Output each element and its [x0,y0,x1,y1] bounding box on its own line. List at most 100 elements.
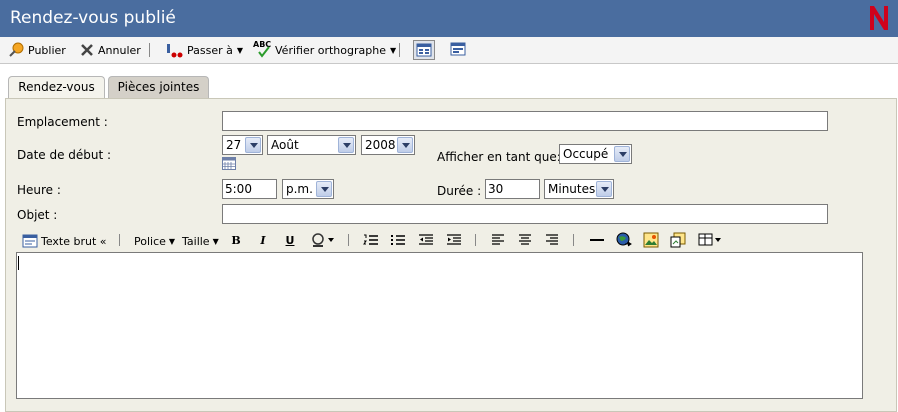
publish-label: Publier [28,43,66,57]
chevron-down-icon: ▼ [389,45,397,55]
editor-separator [348,234,349,246]
details-view-icon [450,42,466,56]
plain-text-button[interactable]: Texte brut « [22,232,107,250]
insert-link-button[interactable] [616,232,632,248]
tab-bar: Rendez-vous Pièces jointes [0,63,898,98]
show-as-select[interactable]: Occupé [559,144,632,164]
cancel-icon [81,44,93,56]
size-label: Taille [182,234,210,248]
editor-separator [119,234,120,246]
highlight-color-icon [312,233,334,247]
insert-table-menu[interactable] [697,232,723,248]
cancel-label: Annuler [98,43,141,57]
globe-link-icon [616,232,632,247]
unordered-list-icon [391,235,405,245]
indent-icon [447,234,461,245]
spellcheck-menu[interactable]: ABC Vérifier orthographe ▼ [253,40,397,59]
form-view-icon [416,43,432,57]
ampm-select[interactable]: p.m. [282,179,334,199]
text-cursor [18,256,19,270]
start-date-label: Date de début : [17,148,112,162]
window-title: Rendez-vous publié [10,8,176,28]
horizontal-rule-button[interactable] [589,232,605,248]
message-body-editor[interactable] [16,252,863,399]
editor-separator [573,234,574,246]
plain-text-icon [22,234,38,248]
subject-label: Objet : [17,208,58,222]
font-menu[interactable]: Police ▼ [134,232,175,250]
year-value: 2008 [365,138,396,152]
view-mode-button-1[interactable] [413,40,435,60]
show-as-label: Afficher en tant que: [437,150,561,164]
tab-appointment[interactable]: Rendez-vous [8,76,105,98]
time-label: Heure : [17,183,61,197]
chevron-down-icon [596,181,612,197]
publish-button[interactable]: Publier [8,41,66,59]
insert-table-icon [698,233,721,246]
underline-button[interactable]: U [282,232,298,248]
align-center-icon [519,234,531,245]
goto-menu[interactable]: Passer à ▼ [165,41,243,59]
editor-separator [475,234,476,246]
unordered-list-button[interactable] [390,232,406,248]
chevron-down-icon: ▼ [212,236,219,246]
calendar-icon[interactable] [222,157,236,170]
chevron-down-icon [338,137,354,153]
subject-field[interactable] [222,204,828,224]
highlight-color-button[interactable] [310,232,336,248]
outdent-icon [419,234,433,245]
location-field[interactable] [222,111,828,131]
duration-field[interactable] [485,179,540,199]
day-select[interactable]: 27 [222,135,263,155]
plain-text-label: Texte brut « [41,234,107,248]
italic-button[interactable]: I [255,232,271,248]
chevron-down-icon [614,146,630,162]
day-value: 27 [226,138,242,152]
goto-label: Passer à [187,43,233,57]
main-toolbar: Publier Annuler Passer à ▼ ABC Vérifier … [0,37,898,64]
align-right-button[interactable] [544,232,560,248]
novell-logo-icon [870,6,888,30]
align-center-button[interactable] [517,232,533,248]
month-select[interactable]: Août [267,135,356,155]
ordered-list-button[interactable] [363,232,379,248]
duration-unit-value: Minutes [548,182,596,196]
align-right-icon [546,234,558,245]
location-label: Emplacement : [17,115,108,129]
insert-object-icon [670,232,686,248]
chevron-down-icon [316,181,332,197]
chevron-down-icon: ▼ [168,236,176,246]
outdent-button[interactable] [418,232,434,248]
duration-unit-select[interactable]: Minutes [544,179,614,199]
tab-attachments[interactable]: Pièces jointes [108,76,209,98]
spellcheck-icon: ABC [253,40,271,58]
time-field[interactable] [222,179,277,199]
duration-label: Durée : [437,184,482,198]
size-menu[interactable]: Taille ▼ [182,232,219,250]
ampm-value: p.m. [286,182,313,196]
align-left-button[interactable] [490,232,506,248]
insert-image-button[interactable] [643,232,659,248]
font-label: Police [134,234,166,248]
chevron-down-icon [245,137,261,153]
goto-icon [167,44,183,58]
indent-button[interactable] [446,232,462,248]
spellcheck-label: Vérifier orthographe [275,43,386,57]
chevron-down-icon [397,137,413,153]
horizontal-rule-icon [590,239,604,241]
year-select[interactable]: 2008 [361,135,415,155]
bold-button[interactable]: B [228,232,244,248]
align-left-icon [492,234,504,245]
toolbar-separator [149,43,150,57]
chevron-down-icon: ▼ [236,45,244,55]
publish-icon [9,42,24,57]
cancel-button[interactable]: Annuler [80,41,141,59]
ordered-list-icon [363,234,378,245]
show-as-value: Occupé [563,147,609,161]
toolbar-separator [399,43,400,57]
image-icon [643,232,659,248]
month-value: Août [271,138,299,152]
view-mode-button-2[interactable] [448,40,470,60]
insert-object-button[interactable] [670,232,686,248]
title-bar: Rendez-vous publié [0,0,898,37]
